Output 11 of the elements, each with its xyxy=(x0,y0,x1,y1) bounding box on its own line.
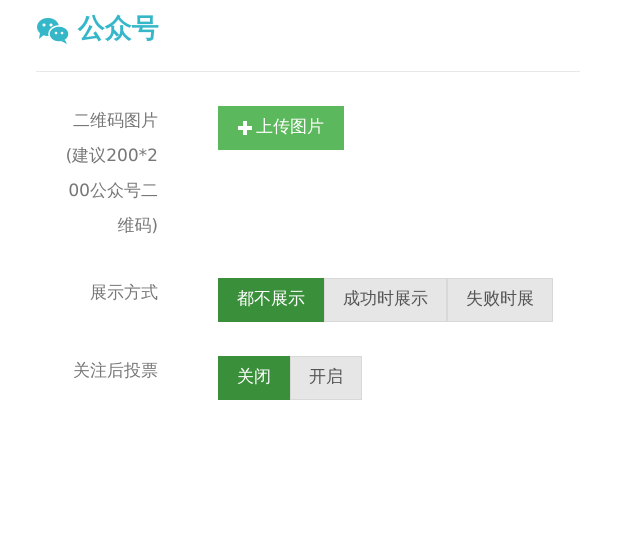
field-label: 展示方式 xyxy=(89,282,158,305)
field-label: 二维码图片(建议200*200公众号二维码) xyxy=(64,110,158,238)
option-button[interactable]: 都不展示 xyxy=(218,278,324,322)
option-button[interactable]: 开启 xyxy=(290,356,362,400)
page-title: 公众号 xyxy=(78,12,159,46)
option-button[interactable]: 成功时展示 xyxy=(324,278,447,322)
field-label: 关注后投票 xyxy=(72,360,158,383)
plus-icon xyxy=(238,121,252,135)
chat-bubbles-icon xyxy=(36,16,70,44)
option-button[interactable]: 关闭 xyxy=(218,356,290,400)
option-button[interactable]: 失败时展 xyxy=(447,278,553,322)
